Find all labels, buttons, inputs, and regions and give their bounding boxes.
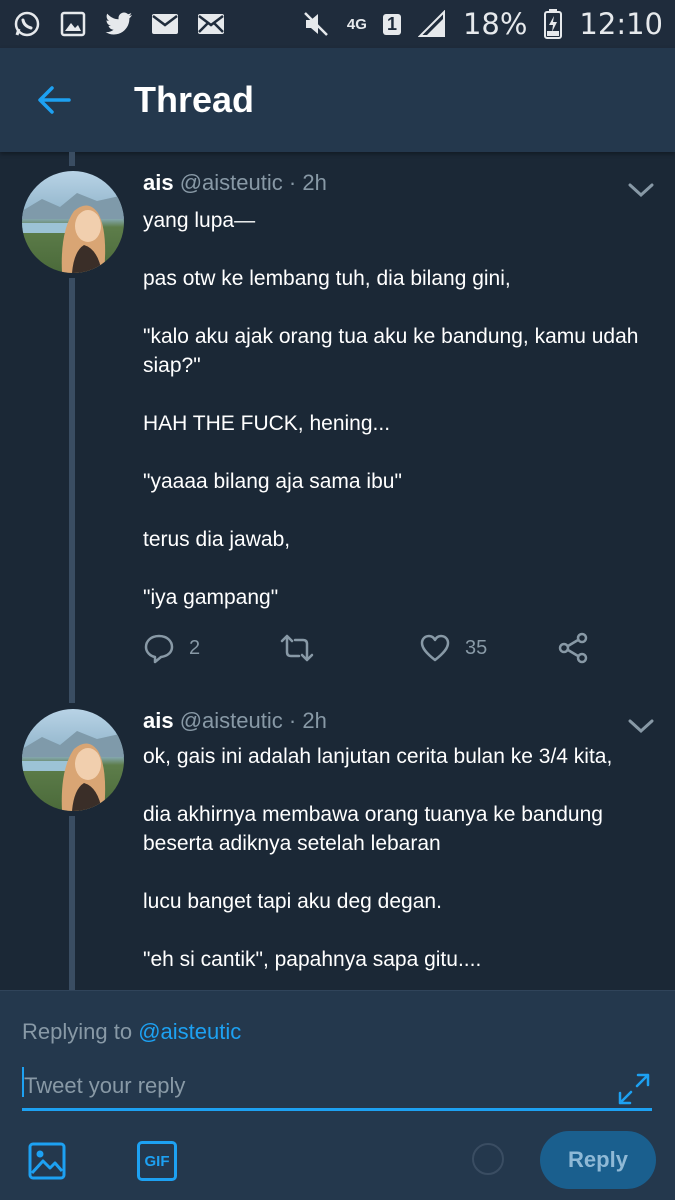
tweet-time: · 2h: [288, 170, 327, 195]
tweet-actions: 2 35: [143, 628, 603, 668]
reply-composer: Replying to @aisteutic GIF Reply: [0, 990, 675, 1200]
page-title: Thread: [134, 79, 255, 120]
tweet-line: pas otw ke lembang tuh, dia bilang gini,: [143, 267, 511, 290]
character-counter: [472, 1143, 504, 1175]
share-action[interactable]: [557, 628, 589, 668]
notification-icons: [12, 9, 226, 39]
mute-icon: [301, 9, 331, 39]
heart-icon: [420, 634, 450, 662]
avatar[interactable]: [22, 171, 124, 273]
retweet-icon: [280, 634, 314, 662]
tweet-line: "eh si cantik", papahnya sapa gitu....: [143, 948, 482, 971]
system-indicators: 4G 1 18% 12:10: [301, 7, 663, 41]
status-bar: 4G 1 18% 12:10: [0, 0, 675, 48]
chevron-down-icon[interactable]: [626, 180, 656, 200]
back-button[interactable]: [24, 70, 84, 130]
author-handle[interactable]: @aisteutic: [180, 708, 283, 733]
image-icon: [28, 1142, 66, 1180]
text-cursor: [22, 1067, 24, 1097]
email-icon: [150, 9, 180, 39]
reply-icon: [144, 634, 174, 664]
author-handle[interactable]: @aisteutic: [180, 170, 283, 195]
tweet-line: yang lupa—: [143, 209, 256, 232]
battery-percent: 18%: [462, 7, 528, 41]
clock: 12:10: [579, 7, 663, 41]
avatar[interactable]: [22, 709, 124, 811]
thread-line-top: [69, 152, 75, 166]
twitter-icon: [104, 9, 134, 39]
tweet-time: · 2h: [288, 708, 327, 733]
tweet-header: ais @aisteutic · 2h: [143, 170, 327, 196]
sim-slot: 1: [382, 13, 401, 35]
signal-icon: [417, 9, 447, 39]
tweet-line: ok, gais ini adalah lanjutan cerita bula…: [143, 745, 613, 768]
tweet-line: lucu banget tapi aku deg degan.: [143, 890, 442, 913]
replying-label: Replying to: [22, 1019, 133, 1044]
tweet-line: "yaaaa bilang aja sama ibu": [143, 470, 402, 493]
tweet-line: terus dia jawab,: [143, 528, 291, 551]
tweet-line: "iya gampang": [143, 586, 279, 609]
author-name[interactable]: ais: [143, 170, 174, 195]
tweet-line: "kalo aku ajak orang tua aku ke bandung,…: [143, 325, 639, 377]
add-gif-button[interactable]: GIF: [135, 1139, 179, 1183]
reply-button[interactable]: Reply: [540, 1131, 656, 1189]
tweet-line: dia akhirnya membawa orang tuanya ke ban…: [143, 803, 603, 855]
reply-input[interactable]: [22, 1063, 652, 1111]
battery-charging-icon: [543, 9, 563, 39]
back-arrow-icon: [38, 86, 71, 114]
tweet-header: ais @aisteutic · 2h: [143, 708, 327, 734]
whatsapp-icon: [12, 9, 42, 39]
gallery-icon: [58, 9, 88, 39]
gif-icon: GIF: [137, 1141, 177, 1181]
expand-icon: [618, 1073, 650, 1105]
like-action[interactable]: 35: [419, 628, 487, 668]
replying-mention[interactable]: @aisteutic: [138, 1019, 241, 1044]
like-count: 35: [465, 636, 488, 659]
replying-to: Replying to @aisteutic: [22, 1019, 241, 1045]
gif-label: GIF: [144, 1152, 170, 1170]
mail-icon: [196, 9, 226, 39]
chevron-down-icon[interactable]: [626, 716, 656, 736]
share-icon: [558, 632, 588, 664]
tweet-line: HAH THE FUCK, hening...: [143, 412, 391, 435]
reply-action[interactable]: 2: [143, 628, 200, 668]
retweet-action[interactable]: [279, 628, 315, 668]
reply-count: 2: [189, 636, 201, 659]
network-type: 4G: [346, 15, 367, 33]
tweet[interactable]: ais @aisteutic · 2h yang lupa— pas otw k…: [0, 166, 675, 696]
tweet-text: ok, gais ini adalah lanjutan cerita bula…: [143, 742, 653, 974]
expand-button[interactable]: [612, 1067, 656, 1111]
tweet-text: yang lupa— pas otw ke lembang tuh, dia b…: [143, 206, 653, 612]
author-name[interactable]: ais: [143, 708, 174, 733]
app-header: Thread: [0, 48, 675, 152]
add-photo-button[interactable]: [25, 1139, 69, 1183]
tweet[interactable]: ais @aisteutic · 2h ok, gais ini adalah …: [0, 704, 675, 990]
